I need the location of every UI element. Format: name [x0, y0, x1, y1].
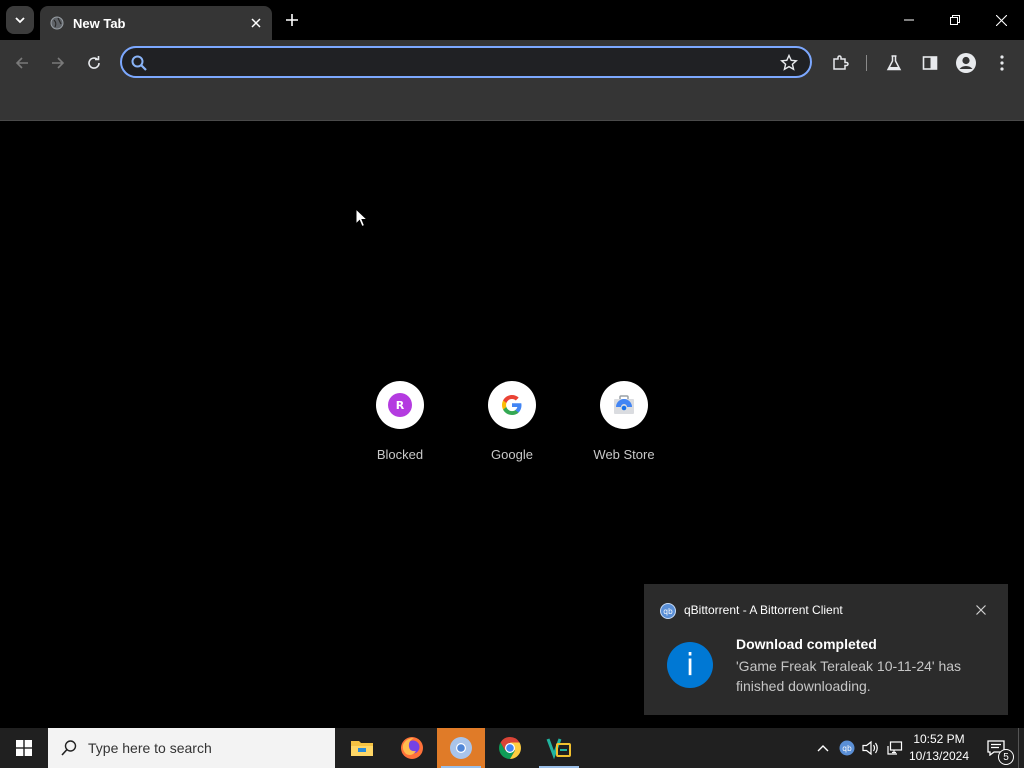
omnibox-input[interactable] [154, 51, 778, 75]
taskbar-clock[interactable]: 10:52 PM 10/13/2024 [904, 731, 974, 765]
clock-date: 10/13/2024 [908, 749, 970, 763]
folder-icon [351, 741, 373, 756]
tray-qbittorrent[interactable]: qb [836, 728, 858, 768]
speaker-icon [862, 740, 878, 756]
menu-button[interactable] [990, 51, 1014, 75]
info-icon: i [667, 642, 713, 688]
omnibox[interactable] [120, 46, 812, 78]
reload-icon [88, 56, 100, 69]
shortcut-label: Web Store [593, 447, 655, 462]
toolbar [0, 40, 1024, 86]
tray-volume[interactable] [860, 728, 882, 768]
chevron-down-icon [15, 17, 25, 24]
firefox-icon [401, 737, 423, 759]
shortcut-web-store[interactable]: Web Store [579, 381, 669, 462]
arrow-right-icon [52, 57, 65, 69]
start-button[interactable] [0, 728, 48, 768]
info-glyph: i [685, 647, 695, 683]
back-button[interactable] [10, 51, 34, 75]
vscode-icon [546, 738, 571, 760]
tab-close-button[interactable] [246, 13, 266, 33]
notification-count-badge: 5 [998, 749, 1014, 765]
tab-search-button[interactable] [6, 6, 34, 34]
mouse-cursor-icon [355, 208, 369, 228]
notification-body: 'Game Freak Teraleak 10-11-24' has finis… [736, 658, 962, 694]
shortcut-blocked[interactable]: R Blocked [355, 381, 445, 462]
forward-button[interactable] [46, 51, 70, 75]
taskbar-search-box[interactable]: Type here to search [48, 728, 335, 768]
puzzle-icon [833, 55, 849, 70]
notification-title: Download completed [736, 636, 877, 652]
taskbar-search-placeholder: Type here to search [88, 740, 212, 756]
plus-icon [286, 14, 298, 26]
toolbar-divider [866, 55, 867, 71]
new-tab-button[interactable] [280, 8, 304, 32]
tray-network[interactable] [884, 728, 906, 768]
bookmark-bar [0, 86, 1024, 121]
svg-text:qb: qb [663, 607, 673, 616]
notification-toast[interactable]: qb qBittorrent - A Bittorrent Client i D… [644, 584, 1008, 715]
profile-button[interactable] [954, 51, 978, 75]
minimize-button[interactable] [886, 0, 932, 40]
flask-icon [886, 55, 902, 71]
action-center-button[interactable]: 5 [980, 728, 1014, 768]
labs-button[interactable] [882, 51, 906, 75]
show-desktop-button[interactable] [1018, 728, 1024, 768]
chrome-icon [499, 737, 521, 759]
chromium-icon [450, 737, 472, 759]
show-hidden-icons-button[interactable] [812, 728, 834, 768]
shortcut-google[interactable]: Google [467, 381, 557, 462]
windows-logo-icon [16, 740, 32, 756]
taskbar: Type here to search qb 10:52 PM 10/13/20… [0, 728, 1024, 768]
chevron-up-icon [817, 745, 829, 752]
taskbar-app-firefox[interactable] [388, 728, 436, 768]
arrow-left-icon [15, 57, 28, 69]
restore-icon [950, 15, 960, 25]
notification-close-button[interactable] [972, 601, 990, 619]
svg-text:qb: qb [842, 744, 852, 753]
tab-strip: New Tab [0, 0, 1024, 40]
notification-app-name: qBittorrent - A Bittorrent Client [684, 603, 843, 617]
globe-icon [50, 16, 64, 30]
shortcut-label: Blocked [376, 447, 424, 462]
taskbar-app-file-explorer[interactable] [338, 728, 386, 768]
letter-r-icon: R [388, 393, 412, 417]
network-icon [887, 741, 903, 755]
tab-new-tab[interactable]: New Tab [40, 6, 272, 40]
side-panel-icon [922, 56, 938, 70]
search-icon [131, 55, 147, 71]
close-icon [995, 14, 1007, 26]
clock-time: 10:52 PM [913, 732, 965, 746]
reload-button[interactable] [82, 51, 106, 75]
close-icon [251, 18, 261, 28]
extensions-button[interactable] [828, 51, 852, 75]
shortcut-label: Google [491, 447, 533, 462]
side-panel-button[interactable] [918, 51, 942, 75]
star-icon[interactable] [780, 54, 798, 72]
web-store-icon [614, 395, 634, 414]
tab-title: New Tab [73, 15, 126, 31]
search-icon [61, 740, 77, 756]
qbittorrent-icon: qb [839, 740, 855, 756]
account-icon [956, 53, 976, 73]
qbittorrent-icon: qb [660, 603, 676, 619]
google-logo-icon [502, 395, 522, 415]
taskbar-app-vscode[interactable] [535, 728, 583, 768]
kebab-icon [1000, 55, 1004, 71]
taskbar-app-chrome[interactable] [486, 728, 534, 768]
minimize-icon [904, 19, 914, 21]
close-window-button[interactable] [978, 0, 1024, 40]
restore-button[interactable] [932, 0, 978, 40]
taskbar-app-chromium[interactable] [437, 728, 485, 768]
close-icon [976, 605, 986, 615]
shortcut-letter: R [396, 399, 405, 412]
